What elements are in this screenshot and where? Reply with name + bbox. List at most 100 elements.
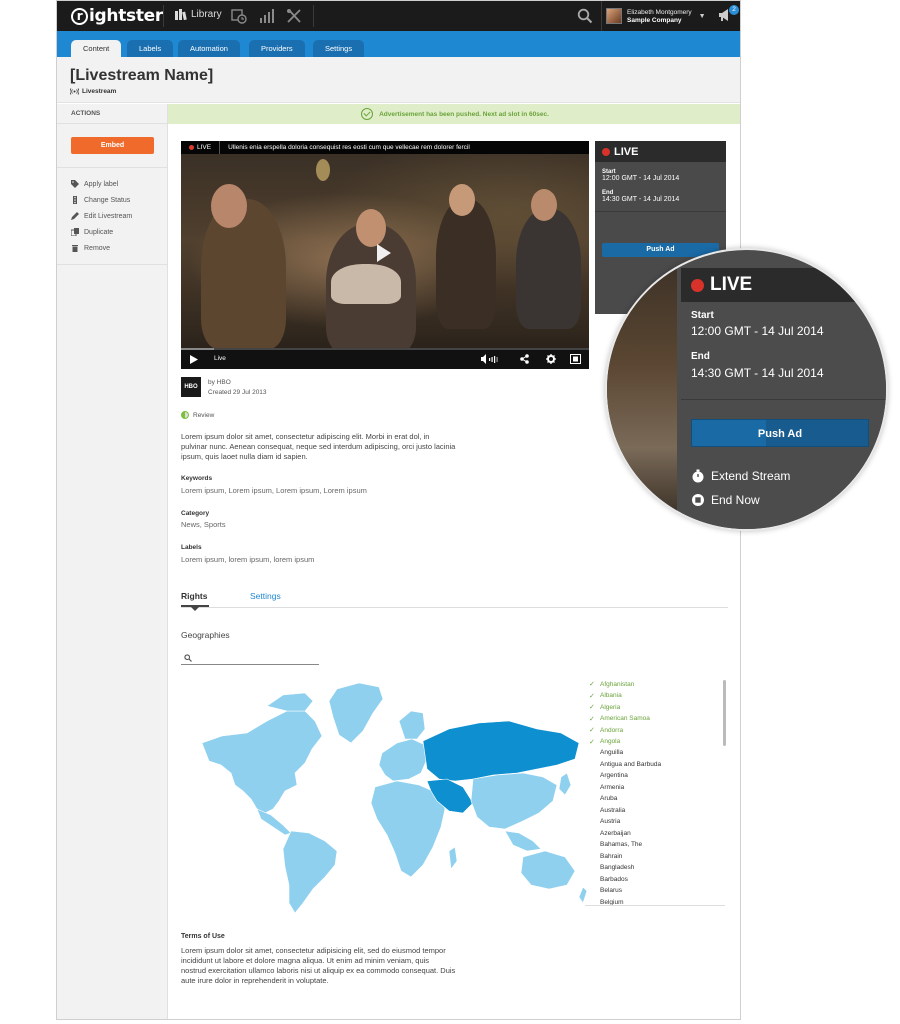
embed-button[interactable]: Embed bbox=[71, 137, 154, 154]
tools-icon[interactable] bbox=[286, 8, 302, 24]
notifications-button[interactable]: 2 bbox=[717, 5, 739, 25]
live-indicator: LIVE bbox=[181, 141, 221, 154]
check-icon: ✓ bbox=[589, 738, 595, 746]
pencil-icon bbox=[71, 212, 79, 220]
library-icon bbox=[175, 9, 187, 20]
tab-settings[interactable]: Settings bbox=[313, 40, 365, 57]
stopwatch-icon bbox=[692, 469, 704, 483]
list-item[interactable]: ✓ Algeria bbox=[589, 703, 620, 712]
map-region-europe[interactable] bbox=[378, 738, 428, 782]
page-subtitle: Livestream bbox=[70, 88, 116, 95]
map-region-japan[interactable] bbox=[558, 772, 572, 796]
tab-rights[interactable]: Rights bbox=[181, 591, 207, 601]
play-icon[interactable] bbox=[190, 355, 198, 364]
list-item[interactable]: ✓ Andorra bbox=[589, 726, 623, 735]
apply-label-action[interactable]: Apply label bbox=[71, 180, 118, 188]
video-controls: Live bbox=[181, 348, 589, 369]
live-dot-icon bbox=[691, 278, 704, 292]
list-item[interactable]: Bangladesh bbox=[589, 864, 634, 871]
live-dot-icon bbox=[189, 145, 194, 150]
world-map[interactable] bbox=[187, 681, 587, 916]
list-item[interactable]: Antigua and Barbuda bbox=[589, 761, 661, 768]
map-region-north-america[interactable] bbox=[201, 710, 323, 814]
list-item[interactable]: ✓ Angola bbox=[589, 738, 620, 746]
list-item[interactable]: Anguilla bbox=[589, 749, 623, 756]
gear-icon[interactable] bbox=[546, 354, 556, 364]
analytics-icon[interactable] bbox=[259, 8, 275, 24]
list-item[interactable]: Belarus bbox=[589, 887, 622, 894]
extend-stream-option[interactable]: Extend Stream bbox=[691, 469, 790, 483]
traffic-light-icon bbox=[73, 196, 77, 204]
provider-info: by HBO Created 29 Jul 2013 bbox=[208, 378, 267, 398]
geography-search bbox=[181, 652, 319, 665]
map-region-south-america[interactable] bbox=[282, 830, 338, 914]
list-item[interactable]: Australia bbox=[589, 807, 625, 814]
list-item[interactable]: Armenia bbox=[589, 784, 624, 791]
top-navigation: r ightster Library Elizabeth Montgomery S… bbox=[57, 1, 740, 31]
list-item[interactable]: Austria bbox=[589, 818, 620, 825]
check-circle-icon bbox=[361, 108, 374, 120]
tab-providers[interactable]: Providers bbox=[249, 40, 305, 57]
map-region-greenland[interactable] bbox=[328, 682, 384, 744]
video-player[interactable]: LIVE Ullenis enia erspella doloria conse… bbox=[181, 141, 589, 369]
video-progress-bar[interactable] bbox=[181, 348, 589, 350]
map-region-russia[interactable] bbox=[422, 720, 580, 782]
live-panel-header-zoomed: LIVE bbox=[681, 268, 886, 302]
tab-labels[interactable]: Labels bbox=[127, 40, 174, 57]
share-icon[interactable] bbox=[520, 354, 529, 364]
map-region-southeast-asia[interactable] bbox=[504, 830, 542, 852]
actions-sidebar: ACTIONS Embed Apply label Change Status … bbox=[57, 104, 168, 1019]
country-list-scrollbar[interactable] bbox=[723, 680, 726, 746]
list-item[interactable]: Belgium bbox=[589, 899, 623, 906]
video-title: Ullenis enia erspella doloria consequist… bbox=[228, 144, 470, 151]
user-menu[interactable]: Elizabeth Montgomery Sample Company ▼ bbox=[601, 1, 713, 31]
actions-heading: ACTIONS bbox=[57, 104, 168, 124]
keywords-label: Keywords bbox=[181, 475, 213, 482]
check-icon: ✓ bbox=[589, 727, 595, 734]
map-region-canada-north[interactable] bbox=[266, 692, 314, 712]
review-status[interactable]: Review bbox=[181, 411, 214, 419]
edit-livestream-action[interactable]: Edit Livestream bbox=[71, 212, 132, 220]
list-item[interactable]: Aruba bbox=[589, 795, 617, 802]
remove-action[interactable]: Remove bbox=[71, 244, 110, 252]
list-item[interactable]: ✓ American Samoa bbox=[589, 715, 650, 723]
labels-value: Lorem ipsum, lorem ipsum, lorem ipsum bbox=[181, 555, 315, 564]
map-region-madagascar[interactable] bbox=[448, 846, 458, 870]
schedule-icon[interactable] bbox=[231, 8, 247, 24]
divider bbox=[57, 264, 168, 265]
end-now-option[interactable]: End Now bbox=[691, 493, 760, 507]
volume-icon[interactable] bbox=[481, 354, 501, 364]
list-item[interactable]: ✓ Albania bbox=[589, 692, 622, 700]
list-item[interactable]: Barbados bbox=[589, 876, 628, 883]
tab-automation[interactable]: Automation bbox=[178, 40, 240, 57]
terms-heading: Terms of Use bbox=[181, 933, 225, 940]
map-region-scandinavia[interactable] bbox=[398, 710, 426, 740]
map-region-central-america[interactable] bbox=[256, 808, 292, 836]
rightster-logo[interactable]: r ightster bbox=[71, 6, 163, 26]
change-status-action[interactable]: Change Status bbox=[71, 196, 130, 204]
fullscreen-icon[interactable] bbox=[570, 354, 581, 364]
end-value: 14:30 GMT - 14 Jul 2014 bbox=[602, 196, 680, 203]
list-item[interactable]: Argentina bbox=[589, 772, 628, 779]
list-item[interactable]: ✓ Afghanistan bbox=[589, 680, 634, 689]
country-list[interactable]: ✓ Afghanistan ✓ Albania ✓ Algeria ✓ American… bbox=[585, 677, 725, 906]
tag-icon bbox=[71, 180, 79, 188]
check-icon: ✓ bbox=[589, 692, 595, 700]
nav-divider bbox=[163, 5, 164, 27]
duplicate-action[interactable]: Duplicate bbox=[71, 228, 113, 236]
list-item[interactable]: Azerbaijan bbox=[589, 830, 631, 837]
divider bbox=[681, 399, 886, 400]
geography-search-input[interactable] bbox=[195, 652, 315, 664]
video-frame-zoomed bbox=[607, 250, 677, 529]
tab-content[interactable]: Content bbox=[71, 40, 122, 57]
map-region-asia[interactable] bbox=[470, 772, 558, 830]
map-region-australia[interactable] bbox=[520, 850, 576, 890]
search-icon[interactable] bbox=[577, 8, 593, 24]
play-overlay-icon[interactable] bbox=[377, 244, 391, 262]
push-ad-button-zoomed[interactable]: Push Ad bbox=[691, 419, 869, 447]
start-value-zoomed: 12:00 GMT - 14 Jul 2014 bbox=[691, 324, 824, 338]
library-nav-item[interactable]: Library bbox=[175, 9, 222, 20]
list-item[interactable]: Bahrain bbox=[589, 853, 622, 860]
list-item[interactable]: Bahamas, The bbox=[589, 841, 642, 848]
tab-rights-settings[interactable]: Settings bbox=[250, 591, 281, 601]
